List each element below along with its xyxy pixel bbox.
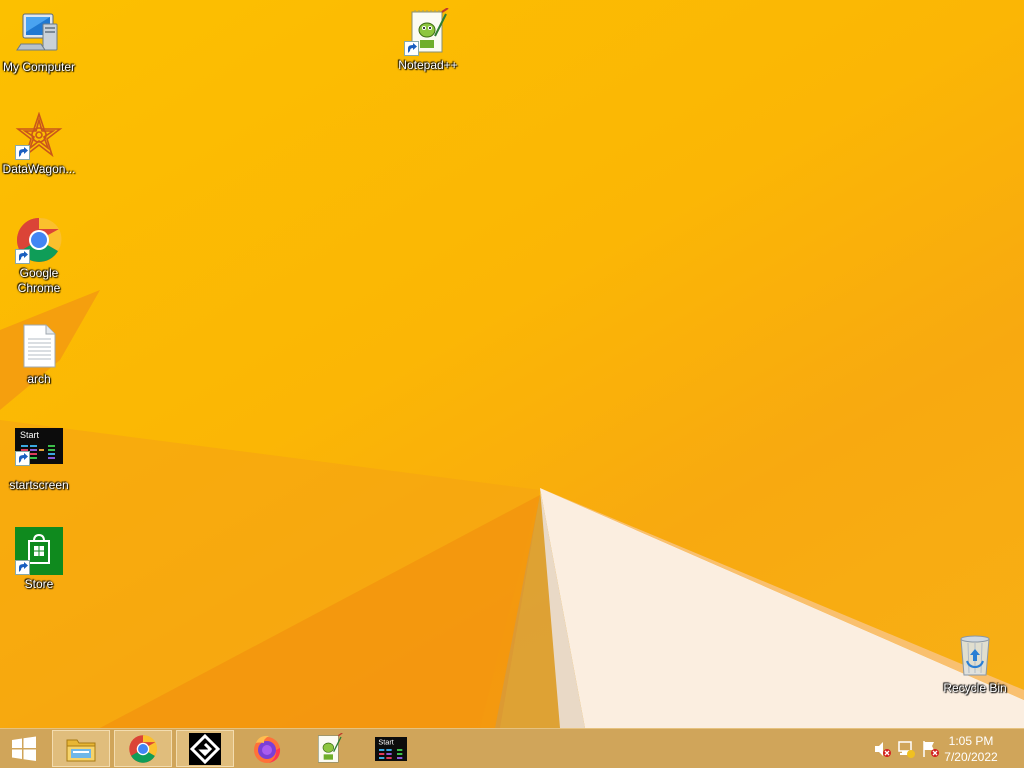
chrome-icon: [129, 734, 158, 763]
desktop-icon-label: startscreen: [9, 478, 69, 492]
desktop-icon-google-chrome[interactable]: Google Chrome: [0, 216, 78, 296]
firefox-icon: [254, 735, 281, 763]
taskbar: Start 1:05 PM 7/20/2022: [0, 728, 1024, 768]
desktop-icon-notepadpp[interactable]: Notepad++: [389, 7, 467, 73]
shortcut-arrow-icon: [15, 145, 30, 160]
datawagon-icon: [15, 111, 63, 160]
shortcut-arrow-icon: [15, 451, 30, 466]
shortcut-arrow-icon: [404, 41, 419, 56]
desktop-icon-label: DataWagon...: [2, 162, 76, 176]
startscreen-icon-text: Start: [378, 737, 393, 746]
store-icon: [15, 527, 63, 575]
chrome-icon: [15, 216, 63, 264]
clock-date: 7/20/2022: [944, 750, 998, 764]
taskbar-clock[interactable]: 1:05 PM 7/20/2022: [936, 733, 1006, 765]
system-tray: [872, 729, 940, 768]
windows-logo-icon: [12, 736, 36, 761]
desktop-icon-store[interactable]: Store: [0, 527, 78, 592]
taskbar-gamemaker[interactable]: [176, 730, 234, 767]
clock-time: 1:05 PM: [948, 734, 994, 748]
gamemaker-icon: [189, 732, 221, 765]
shortcut-arrow-icon: [15, 560, 30, 575]
desktop[interactable]: My Computer DataWagon... Google Chrome a…: [0, 0, 1024, 728]
network-icon[interactable]: [896, 739, 916, 759]
recycle-bin-icon: [951, 631, 999, 679]
notepadpp-icon: [404, 7, 452, 56]
wallpaper-shapes: [0, 290, 1024, 728]
desktop-icon-my-computer[interactable]: My Computer: [0, 10, 78, 75]
startscreen-icon: Start: [375, 736, 407, 761]
desktop-icon-datawagon[interactable]: DataWagon...: [0, 111, 78, 177]
desktop-icon-label: Store: [24, 577, 54, 591]
desktop-icon-label: My Computer: [2, 60, 76, 74]
shortcut-arrow-icon: [15, 249, 30, 264]
startscreen-icon: Start: [15, 428, 63, 476]
text-file-icon: [15, 322, 63, 370]
notepadpp-icon: [318, 732, 343, 763]
desktop-icon-recycle-bin[interactable]: Recycle Bin: [936, 631, 1014, 696]
taskbar-firefox[interactable]: [238, 730, 296, 767]
volume-muted-icon[interactable]: [872, 739, 892, 759]
computer-icon: [15, 10, 63, 58]
file-explorer-icon: [66, 739, 96, 761]
desktop-icon-label: arch: [27, 372, 51, 386]
desktop-icon-label: Recycle Bin: [943, 681, 1007, 695]
taskbar-notepadpp[interactable]: [300, 730, 358, 767]
desktop-icon-label: Google Chrome: [17, 266, 61, 295]
startscreen-icon-text: Start: [20, 430, 40, 440]
desktop-icon-arch[interactable]: arch: [0, 322, 78, 387]
start-button[interactable]: [0, 729, 48, 768]
desktop-icon-label: Notepad++: [398, 58, 458, 72]
taskbar-file-explorer[interactable]: [52, 730, 110, 767]
taskbar-startscreen[interactable]: Start: [362, 730, 420, 767]
taskbar-chrome[interactable]: [114, 730, 172, 767]
desktop-icon-startscreen[interactable]: Start startscreen: [0, 428, 78, 493]
